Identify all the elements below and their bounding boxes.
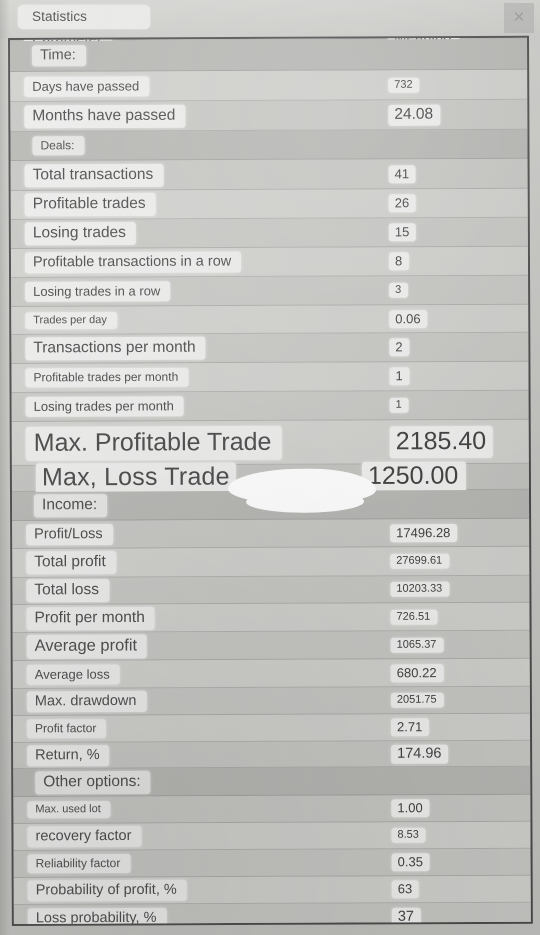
parameter-label: Trades per day bbox=[25, 311, 117, 329]
table-row[interactable]: Trades per day 0.06 bbox=[11, 304, 529, 335]
table-row[interactable]: Return, % 174.96 bbox=[13, 740, 531, 769]
parameter-label: Average loss bbox=[26, 664, 120, 685]
parameter-value: 8.53 bbox=[391, 827, 426, 843]
table-row[interactable]: Reliability factor 0.35 bbox=[13, 848, 531, 878]
parameter-label: Max. drawdown bbox=[26, 690, 147, 713]
parameter-label: Profit per month bbox=[26, 606, 155, 630]
statistics-table-frame: Parameter Meaning Time:Days have passed7… bbox=[8, 35, 533, 926]
parameter-label: recovery factor bbox=[27, 825, 142, 848]
table-row[interactable]: Total loss 10203.33 bbox=[12, 575, 530, 605]
table-row[interactable]: Average profit 1065.37 bbox=[12, 630, 530, 661]
redaction-blob bbox=[227, 468, 377, 506]
parameter-value: 1.00 bbox=[391, 799, 430, 818]
parameter-label: Total transactions bbox=[24, 163, 164, 187]
parameter-label: Max, Loss Trade bbox=[35, 462, 236, 494]
table-row[interactable]: Total transactions 41 bbox=[10, 158, 528, 191]
parameter-label: Max. used lot bbox=[27, 801, 111, 819]
table-section-row[interactable]: Time: bbox=[10, 38, 528, 72]
parameter-value: 27699.61 bbox=[390, 553, 450, 569]
parameter-value: 726.51 bbox=[390, 609, 438, 625]
close-icon[interactable]: ✕ bbox=[504, 3, 534, 33]
parameter-value: 37 bbox=[391, 907, 422, 926]
section-label: Time: bbox=[32, 45, 86, 67]
parameter-value: 2 bbox=[389, 338, 410, 357]
table-row[interactable]: recovery factor 8.53 bbox=[13, 821, 531, 851]
parameter-label: Profit factor bbox=[26, 719, 107, 739]
window-titlebar: Statistics ✕ bbox=[0, 0, 540, 38]
parameter-value: 26 bbox=[388, 194, 417, 213]
parameter-value: 15 bbox=[388, 223, 417, 242]
table-row[interactable]: Months have passed 24.08 bbox=[10, 99, 528, 132]
parameter-label: Probability of profit, % bbox=[27, 879, 187, 902]
parameter-label: Profit/Loss bbox=[26, 523, 113, 545]
table-row[interactable]: Transactions per month 2 bbox=[11, 332, 529, 364]
table-body: Time: Days have passed 732 Months have pass… bbox=[10, 38, 531, 926]
parameter-label: Profitable transactions in a row bbox=[24, 251, 242, 274]
section-label: Income: bbox=[33, 494, 108, 518]
parameter-label: Return, % bbox=[27, 744, 110, 766]
parameter-label: Losing trades per month bbox=[25, 396, 184, 417]
parameter-value: 24.08 bbox=[388, 104, 441, 126]
table-row[interactable]: Max, Loss Trade 1250.00 bbox=[11, 461, 529, 506]
parameter-value: 2051.75 bbox=[390, 692, 444, 708]
parameter-value: 1 bbox=[389, 397, 409, 413]
parameter-label: Reliability factor bbox=[27, 853, 131, 874]
table-section-row[interactable]: Other options: bbox=[13, 766, 531, 797]
table-row[interactable]: Profit/Loss 17496.28 bbox=[12, 518, 530, 549]
table-section-row[interactable]: Deals: bbox=[10, 129, 528, 161]
parameter-label: Transactions per month bbox=[25, 336, 206, 361]
table-row[interactable]: Max. used lot 1.00 bbox=[13, 794, 531, 824]
table-row[interactable]: Average loss 680.22 bbox=[12, 658, 530, 689]
table-row[interactable]: Total profit 27699.61 bbox=[12, 546, 530, 578]
table-row[interactable]: Losing trades per month 1 bbox=[11, 390, 529, 422]
parameter-value: 0.06 bbox=[389, 309, 428, 328]
parameter-value: 0.35 bbox=[391, 853, 430, 872]
parameter-value: 41 bbox=[388, 164, 417, 183]
table-row[interactable]: Profitable transactions in a row 8 bbox=[10, 246, 529, 278]
parameter-value: 732 bbox=[388, 77, 420, 93]
table-row[interactable]: Days have passed 732 bbox=[10, 69, 528, 102]
section-label: Deals: bbox=[32, 136, 85, 156]
table-row[interactable]: Losing trades 15 bbox=[10, 217, 528, 249]
table-row[interactable]: Loss probability, % 37 bbox=[13, 902, 531, 926]
parameter-value: 680.22 bbox=[390, 663, 444, 682]
parameter-value: 8 bbox=[388, 252, 410, 271]
table-row[interactable]: Losing trades in a row 3 bbox=[11, 275, 529, 307]
table-row[interactable]: Profitable trades per month 1 bbox=[11, 361, 529, 393]
parameter-value: 1 bbox=[389, 367, 410, 386]
table-row[interactable]: Profit factor 2.71 bbox=[12, 713, 531, 743]
parameter-value: 10203.33 bbox=[390, 581, 450, 597]
parameter-label: Months have passed bbox=[24, 104, 186, 128]
table-row[interactable]: Profitable trades 26 bbox=[10, 188, 528, 220]
table-row[interactable]: Profit per month 726.51 bbox=[12, 602, 530, 633]
section-label: Other options: bbox=[35, 770, 151, 794]
parameter-value: 17496.28 bbox=[390, 523, 458, 542]
parameter-label: Profitable trades bbox=[24, 192, 156, 217]
parameter-label: Losing trades bbox=[24, 221, 136, 246]
table-row[interactable]: Probability of profit, % 63 bbox=[13, 875, 531, 905]
tab-statistics[interactable]: Statistics bbox=[18, 5, 150, 29]
parameter-value: 2.71 bbox=[390, 718, 430, 737]
parameter-label: Total profit bbox=[26, 551, 116, 575]
parameter-label: Losing trades in a row bbox=[25, 281, 171, 302]
statistics-screen: Statistics ✕ Parameter Meaning Time:Days… bbox=[0, 0, 540, 935]
parameter-label: Loss probability, % bbox=[27, 907, 167, 926]
parameter-label: Max. Profitable Trade bbox=[25, 425, 282, 461]
parameter-label: Average profit bbox=[26, 633, 148, 659]
parameter-value: 174.96 bbox=[391, 744, 449, 764]
parameter-label: Total loss bbox=[26, 579, 110, 603]
parameter-label: Profitable trades per month bbox=[25, 367, 189, 388]
parameter-value: 1250.00 bbox=[361, 461, 467, 493]
table-row[interactable]: Max. drawdown 2051.75 bbox=[12, 686, 530, 716]
parameter-value: 63 bbox=[391, 880, 420, 899]
parameter-value: 1065.37 bbox=[390, 637, 444, 653]
parameter-value: 2185.40 bbox=[389, 425, 494, 458]
parameter-label: Days have passed bbox=[24, 75, 150, 97]
table-row[interactable]: Max. Profitable Trade 2185.40 bbox=[11, 419, 529, 466]
parameter-value: 3 bbox=[389, 282, 409, 298]
